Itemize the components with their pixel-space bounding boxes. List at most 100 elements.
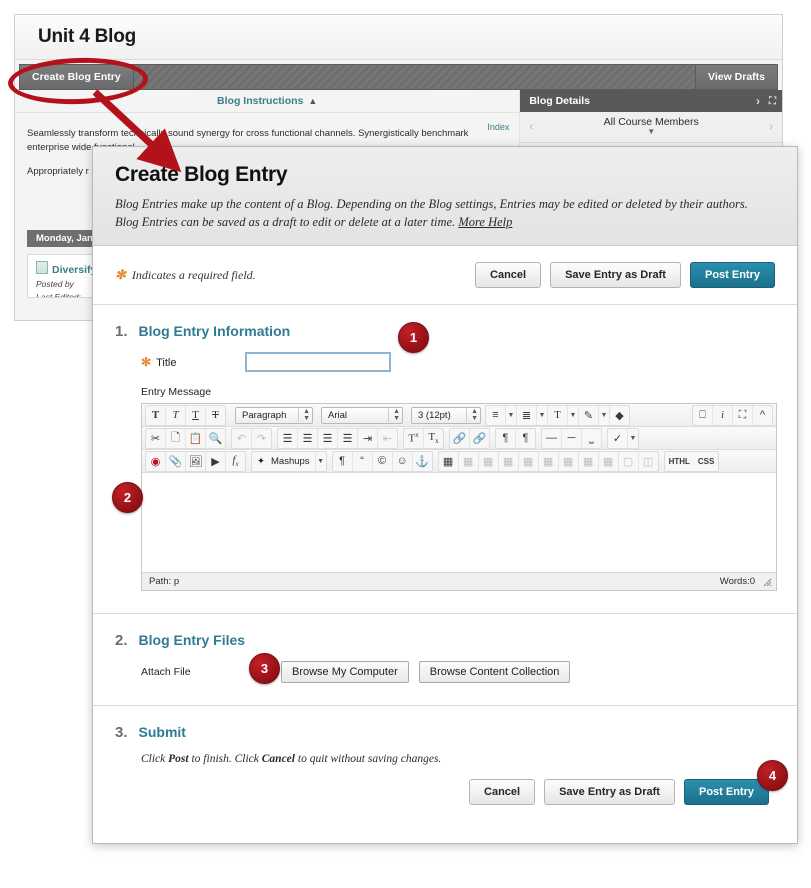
highlight-color-caret-icon[interactable]: ▼ [599, 405, 610, 425]
post-entry-button-bottom[interactable]: Post Entry [683, 779, 769, 806]
mashups-caret-icon[interactable]: ▼ [316, 452, 326, 471]
delete-row-icon[interactable]: ▦ [519, 451, 539, 471]
section-1-title: Blog Entry Information [138, 323, 291, 340]
view-drafts-button[interactable]: View Drafts [695, 65, 777, 89]
split-cell-icon[interactable]: ▦ [599, 451, 619, 471]
copy-icon[interactable]: 🗋 [166, 428, 186, 448]
align-justify-icon[interactable]: ☰ [338, 428, 358, 448]
subscript-icon[interactable]: Tx [424, 429, 443, 448]
title-input[interactable] [245, 352, 391, 373]
alignment-group: ☰ ☰ ☰ ☰ ⇥ ⇤ [277, 427, 398, 449]
cancel-button-top[interactable]: Cancel [475, 262, 542, 289]
collapse-toolbar-icon[interactable]: ^ [753, 406, 772, 425]
superscript-icon[interactable]: Tx [404, 428, 424, 448]
table-cell-props-icon[interactable]: ◫ [639, 452, 658, 471]
html-source-button[interactable]: HTHL [665, 452, 694, 471]
text-color-caret-icon[interactable]: ▼ [568, 405, 579, 425]
resize-grip-icon[interactable] [761, 576, 772, 587]
unlink-icon[interactable]: 🔗 [470, 429, 489, 448]
paragraph-mark-icon[interactable]: ¶ [333, 451, 353, 471]
nonbreaking-space-icon[interactable]: ⎵ [582, 429, 601, 448]
eraser-icon[interactable]: ◆ [610, 406, 629, 425]
copyright-icon[interactable]: © [373, 451, 393, 471]
font-family-select[interactable]: Arial ▲ ▼ [321, 406, 403, 424]
outdent-icon[interactable]: ⇤ [378, 429, 397, 448]
spellcheck-caret-icon[interactable]: ▼ [628, 429, 638, 448]
cut-icon[interactable]: ✂ [146, 428, 166, 448]
ltr-icon[interactable]: ¶ [496, 428, 516, 448]
more-help-link[interactable]: More Help [458, 215, 512, 229]
blog-post-icon [36, 261, 48, 274]
insert-column-before-icon[interactable]: ▦ [539, 451, 559, 471]
insert-row-before-icon[interactable]: ▦ [479, 451, 499, 471]
ordered-list-icon[interactable]: ≣ [517, 405, 537, 425]
unordered-list-icon[interactable]: ≡ [486, 405, 506, 425]
chevron-right-icon[interactable]: › [756, 94, 760, 108]
highlight-color-icon[interactable]: ✎ [579, 405, 599, 425]
browse-my-computer-button[interactable]: Browse My Computer [281, 661, 409, 684]
fullscreen-icon[interactable]: ⛶ [733, 405, 753, 425]
redo-icon[interactable]: ↷ [252, 429, 271, 448]
ordered-list-caret-icon[interactable]: ▼ [537, 405, 548, 425]
merge-cell-icon[interactable]: ▢ [619, 451, 639, 471]
css-source-button[interactable]: CSS [694, 452, 718, 471]
index-link[interactable]: Index [487, 122, 509, 132]
insert-column-after-icon[interactable]: ▦ [559, 451, 579, 471]
align-center-icon[interactable]: ☰ [298, 428, 318, 448]
strikethrough-text-icon[interactable]: T [206, 406, 225, 425]
quote-icon[interactable]: “ [353, 451, 373, 471]
post-entry-button-top[interactable]: Post Entry [689, 262, 775, 289]
em-dash-icon[interactable]: ─ [562, 428, 582, 448]
insert-row-after-icon[interactable]: ▦ [499, 451, 519, 471]
required-field-note: ✻ Indicates a required field. [115, 267, 256, 283]
info-icon[interactable]: i [713, 405, 733, 425]
font-size-select[interactable]: 3 (12pt) ▲ ▼ [411, 406, 481, 424]
spellcheck-icon[interactable]: ✓ [608, 428, 628, 448]
browse-content-collection-button[interactable]: Browse Content Collection [418, 661, 571, 684]
mashups-button[interactable]: ✦ Mashups [252, 451, 316, 471]
horizontal-rule-icon[interactable]: — [542, 428, 562, 448]
expand-icon[interactable]: ⛶ [769, 96, 776, 107]
title-field-label: ✻ Title [115, 355, 245, 369]
stepper-arrows-icon-3: ▲ ▼ [466, 408, 478, 423]
insert-video-icon[interactable]: ▶ [206, 451, 226, 471]
insert-table-icon[interactable]: ▦ [439, 451, 459, 471]
text-color-icon[interactable]: T [548, 405, 568, 425]
italic-text-icon[interactable]: T [166, 405, 186, 425]
required-asterisk-icon: ✻ [115, 267, 126, 283]
editor-status-bar: Path: p Words:0 [142, 572, 776, 591]
rtl-icon[interactable]: ¶ [516, 429, 535, 448]
paragraph-style-select[interactable]: Paragraph ▲ ▼ [235, 406, 313, 424]
table-row-properties-icon[interactable]: ▦ [459, 451, 479, 471]
save-draft-button-top[interactable]: Save Entry as Draft [550, 262, 681, 289]
member-selector[interactable]: ‹ All Course Members ▼ › [520, 112, 782, 143]
blog-details-header[interactable]: Blog Details › ⛶ [520, 90, 782, 112]
editor-path: Path: p [149, 576, 180, 588]
required-field-bar: ✻ Indicates a required field. Cancel Save… [93, 246, 797, 306]
clipboard-group: ✂ 🗋 📋 🔍 [145, 427, 226, 449]
anchor-icon[interactable]: ⚓ [413, 452, 432, 471]
insert-image-icon[interactable]: 🖼 [186, 451, 206, 471]
paste-icon[interactable]: 📋 [186, 428, 206, 448]
save-draft-button-bottom[interactable]: Save Entry as Draft [544, 779, 675, 806]
editor-toolbar-row-1: T T T T Paragraph ▲ ▼ Arial ▲ ▼ 3 (12pt)… [142, 404, 776, 428]
unordered-list-caret-icon[interactable]: ▼ [506, 405, 517, 425]
attach-icon[interactable]: 📎 [166, 451, 186, 471]
editor-content-area[interactable] [142, 473, 776, 573]
chevron-down-icon[interactable]: ▼ [533, 127, 769, 136]
emoji-icon[interactable]: ☺ [393, 451, 413, 471]
undo-icon[interactable]: ↶ [232, 428, 252, 448]
find-icon[interactable]: 🔍 [206, 429, 225, 448]
indent-icon[interactable]: ⇥ [358, 428, 378, 448]
align-right-icon[interactable]: ☰ [318, 428, 338, 448]
delete-column-icon[interactable]: ▦ [579, 451, 599, 471]
underline-text-icon[interactable]: T [186, 405, 206, 425]
bold-text-icon[interactable]: T [146, 405, 166, 425]
math-formula-icon[interactable]: fx [226, 452, 245, 471]
cancel-button-bottom[interactable]: Cancel [469, 779, 536, 806]
preview-icon[interactable]: ⎕ [693, 405, 713, 425]
chevron-right-icon-2[interactable]: › [769, 121, 773, 133]
record-icon[interactable]: ◉ [146, 451, 166, 471]
align-left-icon[interactable]: ☰ [278, 428, 298, 448]
link-icon[interactable]: 🔗 [450, 428, 470, 448]
